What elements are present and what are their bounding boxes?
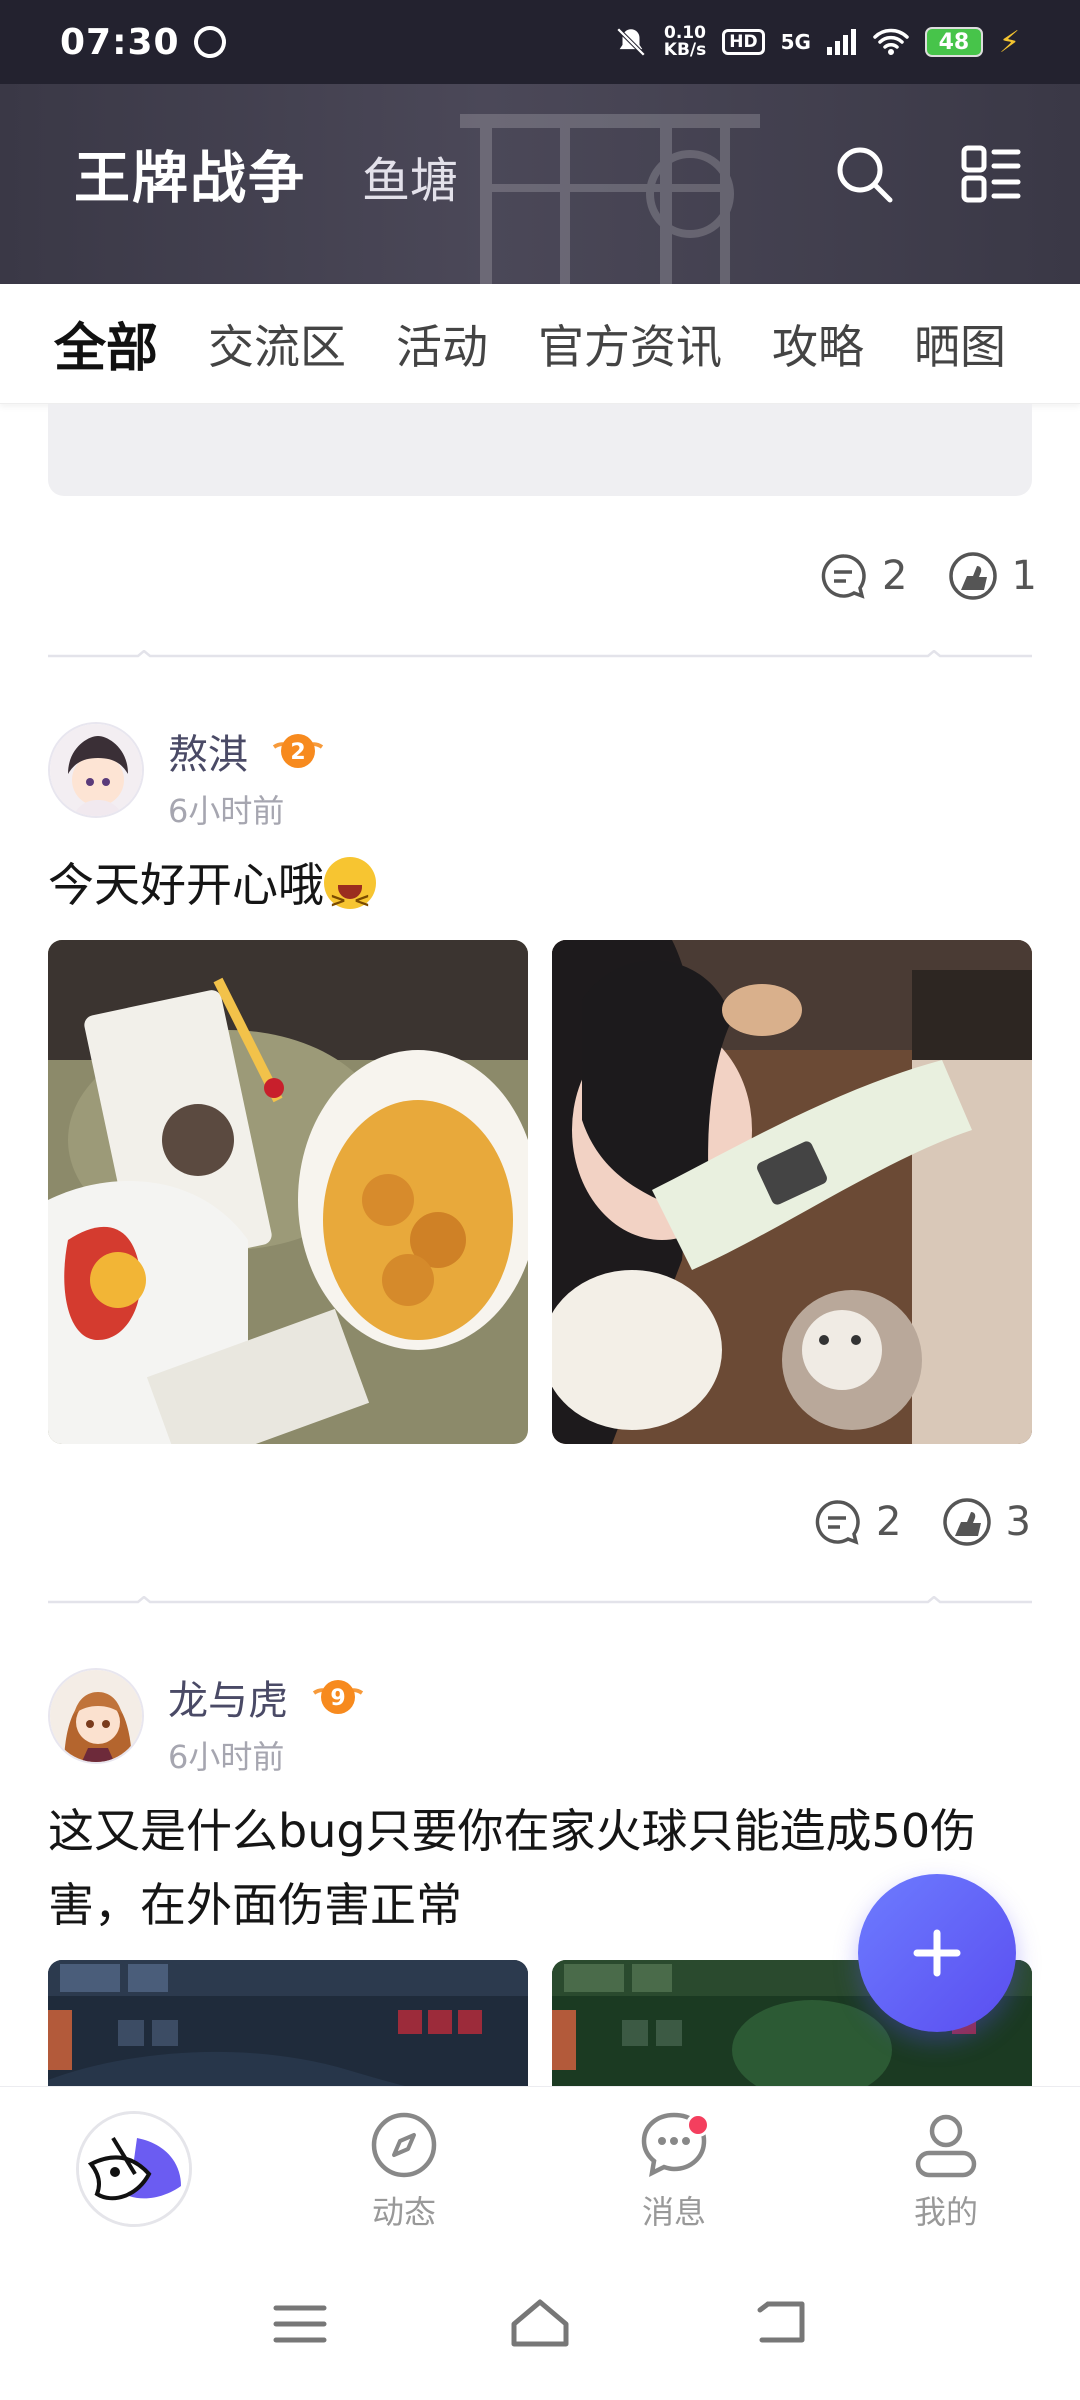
menu-list-icon[interactable] xyxy=(958,142,1022,206)
tab-photos[interactable]: 晒图 xyxy=(914,311,1006,377)
level-number: 9 xyxy=(330,1686,345,1711)
plus-icon xyxy=(913,1929,961,1977)
username[interactable]: 龙与虎 9 xyxy=(168,1668,364,1726)
person-icon xyxy=(915,2114,977,2178)
post-divider xyxy=(48,650,1032,658)
comment-count-value: 2 xyxy=(876,1499,902,1545)
author-info: 熬淇 2 6小时前 xyxy=(168,722,324,832)
previous-post-card[interactable] xyxy=(48,404,1032,496)
comment-icon xyxy=(815,1500,860,1545)
status-time: 07:30 xyxy=(60,21,180,63)
app-logo-icon xyxy=(79,2114,189,2224)
like-count-value: 3 xyxy=(1005,1499,1031,1545)
post-author[interactable]: 龙与虎 9 6小时前 xyxy=(48,1668,364,1778)
mute-bell-icon xyxy=(616,27,646,57)
tab-discussion[interactable]: 交流区 xyxy=(208,311,346,377)
post-image[interactable] xyxy=(48,1960,528,2086)
menu-icon[interactable] xyxy=(272,2302,328,2346)
author-info: 龙与虎 9 6小时前 xyxy=(168,1668,364,1778)
system-navigation-bar xyxy=(0,2256,1080,2400)
username-text: 龙与虎 xyxy=(168,1678,288,1724)
leaf-app-icon xyxy=(187,20,232,64)
laughing-emoji-icon xyxy=(324,857,376,937)
tab-guides[interactable]: 攻略 xyxy=(772,311,864,377)
signal-icon xyxy=(826,29,856,55)
category-tabs: 全部 交流区 活动 官方资讯 攻略 晒图 xyxy=(0,284,1080,404)
create-post-button[interactable] xyxy=(858,1874,1016,2032)
net-speed-unit: KB/s xyxy=(663,40,707,60)
nav-messages[interactable]: 消息 xyxy=(594,2109,754,2233)
post-text-content: 今天好开心哦 xyxy=(48,858,324,912)
previous-post-stats: 2 1 xyxy=(818,550,1037,602)
like-count[interactable]: 1 xyxy=(947,550,1037,602)
tab-official-news[interactable]: 官方资讯 xyxy=(538,311,722,377)
level-badge-icon: 2 xyxy=(272,734,324,768)
network-type: 5G xyxy=(780,30,811,54)
post-author[interactable]: 熬淇 2 6小时前 xyxy=(48,722,324,832)
comment-icon xyxy=(821,554,866,599)
search-icon[interactable] xyxy=(832,142,896,206)
hd-badge: HD xyxy=(722,29,765,55)
nav-profile[interactable]: 我的 xyxy=(866,2109,1026,2233)
forum-header: 王牌战争 鱼塘 xyxy=(0,84,1080,284)
post-time: 6小时前 xyxy=(168,1738,285,1776)
like-count-value: 1 xyxy=(1011,553,1037,599)
comment-count[interactable]: 2 xyxy=(812,1496,901,1548)
tab-all[interactable]: 全部 xyxy=(54,306,158,381)
nav-feed-label: 动态 xyxy=(371,2193,436,2231)
charging-icon: ⚡ xyxy=(998,24,1020,60)
compass-icon xyxy=(371,2112,437,2178)
network-speed: 0.10 KB/s xyxy=(664,25,706,59)
bottom-navigation: 动态 消息 我的 xyxy=(0,2086,1080,2256)
comment-count[interactable]: 2 xyxy=(818,550,907,602)
level-number: 2 xyxy=(290,740,305,765)
header-background-art xyxy=(460,114,760,284)
like-icon xyxy=(949,552,998,600)
status-bar: 07:30 0.10 KB/s HD 5G 48 ⚡ xyxy=(0,0,1080,84)
post-image[interactable] xyxy=(552,940,1032,1444)
avatar[interactable] xyxy=(48,1668,144,1764)
like-count[interactable]: 3 xyxy=(941,1496,1031,1548)
comment-count-value: 2 xyxy=(882,553,908,599)
nav-home[interactable] xyxy=(76,2111,192,2227)
like-icon xyxy=(943,1498,992,1546)
post-image[interactable] xyxy=(48,940,528,1444)
status-icons: 0.10 KB/s HD 5G 48 ⚡ xyxy=(614,25,1020,60)
battery-indicator: 48 xyxy=(924,27,983,57)
nav-profile-label: 我的 xyxy=(913,2193,978,2231)
back-icon[interactable] xyxy=(752,2298,808,2346)
nav-messages-label: 消息 xyxy=(641,2193,706,2231)
nav-feed[interactable]: 动态 xyxy=(324,2109,484,2233)
username-text: 熬淇 xyxy=(168,732,248,778)
post-feed[interactable]: 2 1 熬淇 2 6小时前 今天好开心哦 2 xyxy=(0,404,1080,2086)
tab-events[interactable]: 活动 xyxy=(396,311,488,377)
wifi-icon xyxy=(873,28,909,55)
username[interactable]: 熬淇 2 xyxy=(168,722,324,780)
post-stats: 2 3 xyxy=(812,1496,1031,1548)
avatar[interactable] xyxy=(48,722,144,818)
home-icon[interactable] xyxy=(510,2296,570,2348)
level-badge-icon: 9 xyxy=(312,1680,364,1714)
forum-title: 王牌战争 xyxy=(74,146,306,212)
post-divider xyxy=(48,1596,1032,1604)
post-text[interactable]: 今天好开心哦 xyxy=(48,848,1038,937)
post-time: 6小时前 xyxy=(168,792,285,830)
unread-badge xyxy=(686,2113,710,2137)
forum-subtitle[interactable]: 鱼塘 xyxy=(362,141,458,211)
